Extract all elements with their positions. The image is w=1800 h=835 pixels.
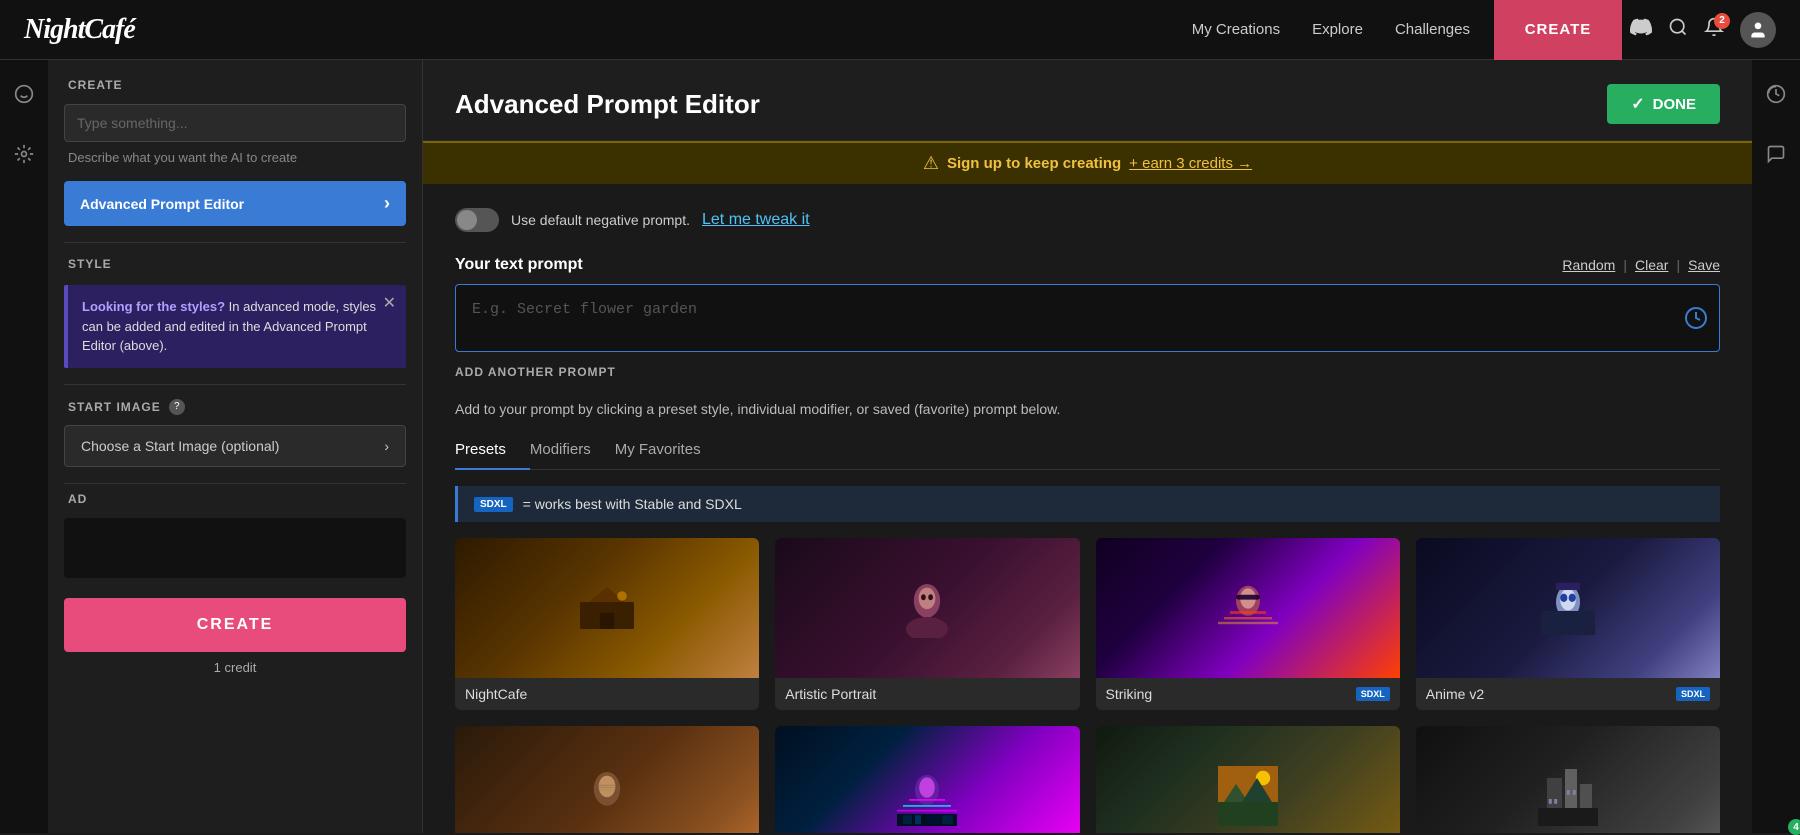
style-notice-bold: Looking for the styles? <box>82 299 225 314</box>
preset-image-anime <box>1416 538 1720 678</box>
content-body: Use default negative prompt. Let me twea… <box>423 184 1752 833</box>
history-icon-button[interactable] <box>1756 74 1796 114</box>
preset-card-landscape[interactable]: Landscape <box>1096 726 1400 833</box>
negative-prompt-toggle[interactable] <box>455 208 499 232</box>
done-button[interactable]: ✓ DONE <box>1607 84 1720 124</box>
style-label: STYLE <box>48 243 422 277</box>
ad-box <box>64 518 406 578</box>
preset-card-nightcafe[interactable]: NightCafe <box>455 538 759 710</box>
topnav-create-button[interactable]: CREATE <box>1494 0 1622 60</box>
clear-link[interactable]: Clear <box>1635 257 1668 273</box>
start-image-help-icon: ? <box>169 399 185 415</box>
chat-icon-button[interactable] <box>1756 134 1796 174</box>
save-link[interactable]: Save <box>1688 257 1720 273</box>
advanced-prompt-editor-button[interactable]: Advanced Prompt Editor › <box>64 181 406 226</box>
main-content: Advanced Prompt Editor ✓ DONE ⚠ Sign up … <box>423 60 1752 833</box>
search-icon-button[interactable] <box>1668 17 1688 43</box>
preset-card-anime[interactable]: Anime v2 SDXL <box>1416 538 1720 710</box>
content-header: Advanced Prompt Editor ✓ DONE <box>423 60 1752 141</box>
preset-card-cyber[interactable]: Cyberpunk <box>775 726 1079 833</box>
preset-card-portrait[interactable]: Artistic Portrait <box>775 538 1079 710</box>
describe-text: Describe what you want the AI to create <box>48 150 422 177</box>
tweak-link[interactable]: Let me tweak it <box>702 211 810 229</box>
avatar[interactable]: 4 <box>1740 12 1776 48</box>
anime-sdxl-tag: SDXL <box>1676 687 1710 701</box>
preset-image-nightcafe <box>455 538 759 678</box>
create-button[interactable]: CREATE <box>64 598 406 652</box>
topnav: NightCafé My Creations Explore Challenge… <box>0 0 1800 60</box>
topnav-links: My Creations Explore Challenges <box>1192 21 1470 38</box>
sidebar: CREATE Describe what you want the AI to … <box>48 60 423 833</box>
home-icon-button[interactable] <box>4 74 44 114</box>
prompt-textarea[interactable] <box>455 284 1720 352</box>
preset-name-striking: Striking <box>1106 686 1153 702</box>
warning-icon: ⚠ <box>923 153 939 174</box>
preset-image-striking <box>1096 538 1400 678</box>
side-icon-panel <box>0 60 48 833</box>
topnav-explore[interactable]: Explore <box>1312 21 1363 38</box>
credits-info: 1 credit <box>48 656 422 687</box>
checkmark-icon: ✓ <box>1631 94 1644 114</box>
prompt-actions: Random | Clear | Save <box>1562 257 1720 273</box>
prompt-label: Your text prompt <box>455 256 583 274</box>
preset-card-aged[interactable]: Aged Portrait <box>455 726 759 833</box>
sdxl-banner-text: = works best with Stable and SDXL <box>523 496 742 512</box>
preset-image-cyber <box>775 726 1079 833</box>
content-title: Advanced Prompt Editor <box>455 89 760 120</box>
preset-image-aged <box>455 726 759 833</box>
preset-image-landscape <box>1096 726 1400 833</box>
presets-grid: NightCafe Artis <box>455 538 1720 833</box>
preset-card-arch[interactable]: Architecture <box>1416 726 1720 833</box>
tab-presets[interactable]: Presets <box>455 433 530 470</box>
signup-main-text: Sign up to keep creating <box>947 155 1121 172</box>
toggle-label: Use default negative prompt. <box>511 212 690 228</box>
settings-icon-button[interactable] <box>4 134 44 174</box>
right-icon-panel <box>1752 60 1800 833</box>
notifications-badge: 2 <box>1714 13 1730 29</box>
tabs-row: Presets Modifiers My Favorites <box>455 433 1720 470</box>
preset-name-anime: Anime v2 <box>1426 686 1484 702</box>
ad-label: AD <box>48 484 422 514</box>
discord-icon-button[interactable] <box>1630 16 1652 44</box>
prompt-section: Your text prompt Random | Clear | Save <box>455 256 1720 381</box>
signup-link[interactable]: + earn 3 credits → <box>1129 155 1252 172</box>
topnav-challenges[interactable]: Challenges <box>1395 21 1470 38</box>
start-image-label: START IMAGE <box>68 400 161 414</box>
style-notice: Looking for the styles? In advanced mode… <box>64 285 406 368</box>
add-another-prompt-button[interactable]: ADD ANOTHER PROMPT <box>455 357 616 379</box>
preset-name-portrait: Artistic Portrait <box>785 686 876 702</box>
tab-my-favorites[interactable]: My Favorites <box>615 433 725 470</box>
preset-card-striking[interactable]: Striking SDXL <box>1096 538 1400 710</box>
sdxl-banner: SDXL = works best with Stable and SDXL <box>455 486 1720 522</box>
start-image-arrow-icon: › <box>384 438 389 454</box>
add-to-prompt-text: Add to your prompt by clicking a preset … <box>455 401 1720 417</box>
toggle-row: Use default negative prompt. Let me twea… <box>455 208 1720 232</box>
logo: NightCafé <box>24 14 135 46</box>
create-section-label: CREATE <box>48 60 422 100</box>
start-image-button[interactable]: Choose a Start Image (optional) › <box>64 425 406 467</box>
preset-name-nightcafe: NightCafe <box>465 686 527 702</box>
tab-modifiers[interactable]: Modifiers <box>530 433 615 470</box>
topnav-my-creations[interactable]: My Creations <box>1192 21 1280 38</box>
generate-icon-button[interactable] <box>1684 306 1708 336</box>
preset-image-arch <box>1416 726 1720 833</box>
toggle-knob <box>457 210 477 230</box>
notifications-icon-button[interactable]: 2 <box>1704 17 1724 43</box>
sdxl-tag: SDXL <box>474 497 513 512</box>
random-link[interactable]: Random <box>1562 257 1615 273</box>
main-text-input[interactable] <box>64 104 406 142</box>
arrow-icon: › <box>384 193 390 214</box>
topnav-icon-group: 2 4 <box>1630 12 1776 48</box>
preset-image-portrait <box>775 538 1079 678</box>
striking-sdxl-tag: SDXL <box>1356 687 1390 701</box>
signup-banner: ⚠ Sign up to keep creating + earn 3 cred… <box>423 141 1752 184</box>
style-notice-close-button[interactable]: ✕ <box>383 293 396 313</box>
